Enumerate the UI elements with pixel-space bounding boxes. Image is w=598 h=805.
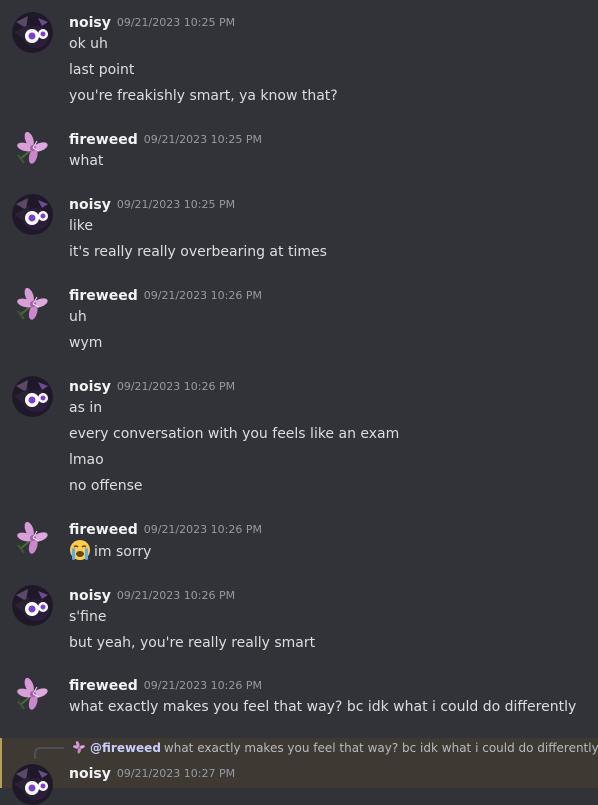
reply-preview[interactable]: @fireweed what exactly makes you feel tha… xyxy=(71,738,598,758)
message-text: wym xyxy=(69,335,103,351)
message-group: fireweed 09/21/2023 10:26 PM uh wym xyxy=(0,285,598,357)
message-header: fireweed 09/21/2023 10:26 PM xyxy=(69,519,262,541)
message-header: fireweed 09/21/2023 10:26 PM xyxy=(69,675,262,697)
message-text: last point xyxy=(69,62,135,78)
timestamp: 09/21/2023 10:26 PM xyxy=(116,380,236,393)
fireweed-reply-avatar xyxy=(71,739,87,756)
message-text: it's really really overbearing at times xyxy=(69,244,327,260)
timestamp: 09/21/2023 10:26 PM xyxy=(143,523,262,536)
message-group: noisy 09/21/2023 10:25 PM ok uh last poin… xyxy=(0,12,598,112)
message-text: but yeah, you're really really smart xyxy=(69,635,316,651)
reply-connector xyxy=(34,747,64,759)
message-header: noisy 09/21/2023 10:25 PM xyxy=(69,194,235,216)
username[interactable]: noisy xyxy=(69,379,111,395)
message-header: noisy 09/21/2023 10:27 PM xyxy=(69,763,235,785)
message-group: noisy 09/21/2023 10:25 PM like it's reall… xyxy=(0,194,598,266)
timestamp: 09/21/2023 10:26 PM xyxy=(116,589,236,602)
message-header: fireweed 09/21/2023 10:26 PM xyxy=(69,285,262,307)
timestamp: 09/21/2023 10:25 PM xyxy=(116,198,236,211)
username[interactable]: noisy xyxy=(69,15,111,31)
message-header: fireweed 09/21/2023 10:25 PM xyxy=(69,129,262,151)
noisy-avatar[interactable] xyxy=(12,12,53,53)
username[interactable]: fireweed xyxy=(69,522,138,538)
message-text: lmao xyxy=(69,452,104,468)
noisy-avatar[interactable] xyxy=(12,764,53,805)
message-text: im sorry xyxy=(69,539,152,561)
message-text: every conversation with you feels like a… xyxy=(69,426,400,442)
noisy-avatar[interactable] xyxy=(12,194,53,235)
username[interactable]: noisy xyxy=(69,766,111,782)
timestamp: 09/21/2023 10:25 PM xyxy=(116,16,236,29)
message-text: what exactly makes you feel that way? bc… xyxy=(69,699,577,715)
timestamp: 09/21/2023 10:27 PM xyxy=(116,767,236,780)
noisy-avatar[interactable] xyxy=(12,376,53,417)
message-group-mention-highlight: @fireweed what exactly makes you feel tha… xyxy=(0,738,598,805)
loudly-crying-face-emoji[interactable] xyxy=(69,539,91,561)
message-text: you're freakishly smart, ya know that? xyxy=(69,88,338,104)
fireweed-avatar[interactable] xyxy=(12,129,53,170)
message-text: s'fine xyxy=(69,609,107,625)
reply-mention[interactable]: @fireweed xyxy=(90,741,161,755)
message-text: uh xyxy=(69,309,87,325)
message-text: as in xyxy=(69,400,103,416)
chat-message-list: noisy 09/21/2023 10:25 PM ok uh last poin… xyxy=(0,0,598,805)
message-group: noisy 09/21/2023 10:26 PM s'fine but yeah… xyxy=(0,585,598,657)
fireweed-avatar[interactable] xyxy=(12,519,53,560)
username[interactable]: noisy xyxy=(69,197,111,213)
timestamp: 09/21/2023 10:26 PM xyxy=(143,289,262,302)
timestamp: 09/21/2023 10:26 PM xyxy=(143,679,262,692)
fireweed-avatar[interactable] xyxy=(12,285,53,326)
message-text: no offense xyxy=(69,478,143,494)
username[interactable]: noisy xyxy=(69,588,111,604)
username[interactable]: fireweed xyxy=(69,132,138,148)
reply-text: what exactly makes you feel that way? bc… xyxy=(163,741,598,755)
message-text: ok uh xyxy=(69,36,108,52)
message-header: noisy 09/21/2023 10:25 PM xyxy=(69,12,235,34)
username[interactable]: fireweed xyxy=(69,678,138,694)
username[interactable]: fireweed xyxy=(69,288,138,304)
message-group: noisy 09/21/2023 10:26 PM as in every con… xyxy=(0,376,598,500)
message-group: fireweed 09/21/2023 10:26 PM what exactly… xyxy=(0,675,598,721)
fireweed-avatar[interactable] xyxy=(12,675,53,716)
message-header: noisy 09/21/2023 10:26 PM xyxy=(69,376,235,398)
timestamp: 09/21/2023 10:25 PM xyxy=(143,133,262,146)
message-header: noisy 09/21/2023 10:26 PM xyxy=(69,585,235,607)
message-group: fireweed 09/21/2023 10:26 PM im sorry xyxy=(0,519,598,565)
message-text-content: im sorry xyxy=(94,544,152,560)
message-text: what xyxy=(69,153,104,169)
message-text: like xyxy=(69,218,94,234)
message-group: fireweed 09/21/2023 10:25 PM what xyxy=(0,129,598,175)
noisy-avatar[interactable] xyxy=(12,585,53,626)
